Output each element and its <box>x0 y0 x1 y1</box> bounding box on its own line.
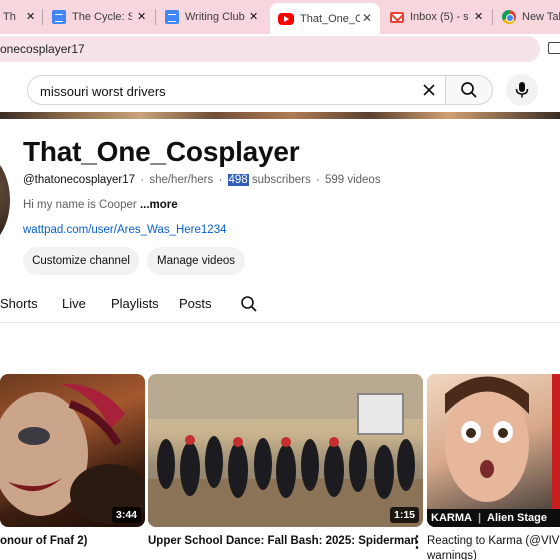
browser-tab-writing-club[interactable]: Writing Club <box>165 4 245 30</box>
caption-left: KARMA <box>431 512 472 524</box>
search-icon <box>461 82 477 98</box>
thumbnail-image <box>445 374 560 509</box>
channel-banner <box>0 112 560 119</box>
clear-search-button[interactable] <box>417 78 441 102</box>
tab-title: New Tab <box>522 11 560 23</box>
youtube-masthead: missouri worst drivers <box>0 64 560 114</box>
tab-separator <box>42 9 43 25</box>
search-button[interactable] <box>445 75 493 105</box>
search-query-text[interactable]: missouri worst drivers <box>40 84 166 99</box>
tab-playlists[interactable]: Playlists <box>111 296 159 311</box>
manage-videos-button[interactable]: Manage videos <box>147 247 245 275</box>
close-tab-icon[interactable]: ✕ <box>137 10 146 23</box>
caption-divider: | <box>477 512 482 524</box>
screen-cast-icon[interactable] <box>548 42 560 54</box>
channel-meta: @thatonecosplayer17 · she/her/hers · 498… <box>23 174 381 186</box>
channel-description[interactable]: Hi my name is Cooper ...more <box>23 199 178 211</box>
address-bar: onecosplayer17 <box>0 34 560 64</box>
thumbnail-caption: KARMA | Alien Stage <box>427 509 560 527</box>
youtube-icon <box>278 12 294 25</box>
browser-tab-youtube-active[interactable]: That_One_Co ✕ <box>270 3 380 34</box>
video-count: 599 videos <box>324 174 381 186</box>
chrome-icon <box>502 10 516 24</box>
tab-title: Th <box>3 11 16 23</box>
browser-tab-gmail[interactable]: Inbox (5) - sh <box>390 4 468 30</box>
tab-separator <box>155 9 156 25</box>
microphone-icon <box>515 82 529 98</box>
channel-pronouns: she/her/hers <box>149 174 214 186</box>
browser-tab-first[interactable]: Th <box>0 4 26 30</box>
description-text: Hi my name is Cooper <box>23 199 137 211</box>
meta-separator: · <box>140 174 145 186</box>
voice-search-button[interactable] <box>506 74 538 106</box>
close-tab-icon[interactable]: ✕ <box>474 10 483 23</box>
more-actions-icon[interactable]: ⋮ <box>409 532 425 552</box>
close-tab-icon[interactable]: ✕ <box>362 11 372 25</box>
tab-strip: Th ✕ The Cycle: Sc ✕ Writing Club ✕ That… <box>0 0 560 34</box>
tab-live[interactable]: Live <box>62 296 86 311</box>
video-thumbnail[interactable]: KARMA | Alien Stage <box>427 374 560 527</box>
meta-separator: · <box>218 174 223 186</box>
video-duration: 3:44 <box>111 507 141 523</box>
tab-shorts[interactable]: Shorts <box>0 296 38 311</box>
tab-title: The Cycle: Sc <box>72 11 132 23</box>
thumbnail-image <box>148 374 423 527</box>
channel-search-button[interactable] <box>238 293 260 315</box>
meta-separator: · <box>315 174 320 186</box>
close-tab-icon[interactable]: ✕ <box>249 10 258 23</box>
docs-icon <box>52 10 66 24</box>
search-input[interactable]: missouri worst drivers <box>27 75 445 105</box>
video-title[interactable]: Upper School Dance: Fall Bash: 2025: Spi… <box>148 535 418 547</box>
customize-channel-button[interactable]: Customize channel <box>23 247 139 275</box>
video-duration: 1:15 <box>389 507 419 523</box>
search-icon <box>241 296 257 312</box>
close-tab-icon[interactable]: ✕ <box>26 10 35 23</box>
video-thumbnail[interactable]: 3:44 <box>0 374 145 527</box>
url-text[interactable]: onecosplayer17 <box>0 42 85 56</box>
video-title[interactable]: onour of Fnaf 2) <box>0 535 88 547</box>
tab-posts[interactable]: Posts <box>179 296 212 311</box>
close-icon <box>423 84 435 96</box>
tab-title: Writing Club <box>185 11 245 23</box>
tab-title: That_One_Co <box>300 12 360 25</box>
channel-link[interactable]: wattpad.com/user/Ares_Was_Here1234 <box>23 224 226 236</box>
docs-icon <box>165 10 179 24</box>
browser-tab-the-cycle[interactable]: The Cycle: Sc <box>52 4 132 30</box>
subscriber-count: 498 <box>227 174 249 186</box>
tabs-divider <box>0 322 560 323</box>
tab-separator <box>492 9 493 25</box>
thumbnail-image <box>0 383 145 524</box>
channel-name: That_One_Cosplayer <box>23 136 300 167</box>
caption-right: Alien Stage <box>487 512 547 524</box>
subscriber-label: subscribers <box>251 174 311 186</box>
channel-avatar[interactable] <box>0 150 10 250</box>
more-link[interactable]: ...more <box>140 199 178 211</box>
channel-handle: @thatonecosplayer17 <box>23 174 136 186</box>
browser-window: Th ✕ The Cycle: Sc ✕ Writing Club ✕ That… <box>0 0 560 560</box>
video-title-line2[interactable]: warnings) <box>427 550 477 560</box>
tab-title: Inbox (5) - sh <box>410 11 468 23</box>
video-thumbnail[interactable]: 1:15 <box>148 374 423 527</box>
browser-tab-new-tab[interactable]: New Tab <box>502 4 560 30</box>
gmail-icon <box>390 11 404 23</box>
video-title[interactable]: Reacting to Karma (@VIVING <box>427 535 560 547</box>
